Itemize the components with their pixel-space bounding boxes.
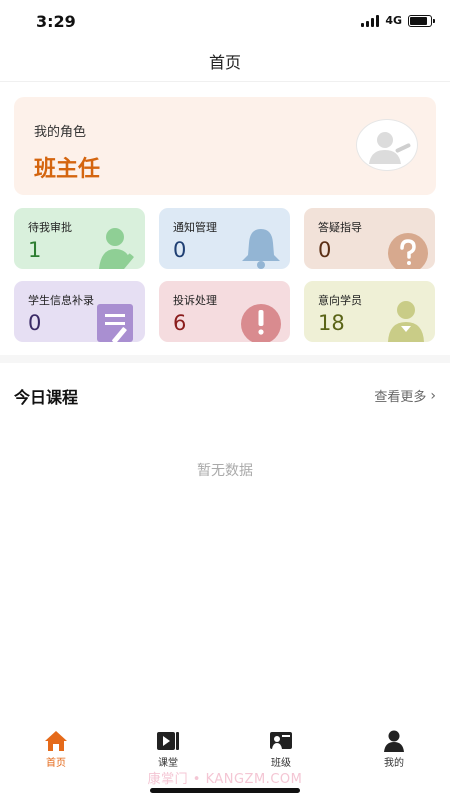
stat-label: 待我审批 <box>28 221 72 234</box>
stat-label: 意向学员 <box>318 294 362 307</box>
status-indicators: 4G <box>361 14 435 27</box>
view-more-label: 查看更多 <box>374 390 427 405</box>
section-divider <box>0 355 450 363</box>
stat-label: 答疑指导 <box>318 221 362 234</box>
stat-value: 1 <box>28 238 42 262</box>
stat-label: 学生信息补录 <box>28 294 94 307</box>
alert-icon <box>241 304 281 342</box>
stat-value: 0 <box>28 311 42 335</box>
battery-icon <box>408 14 435 27</box>
stat-card-prospective-students[interactable]: 意向学员 18 <box>304 281 435 342</box>
nav-bar: 首页 <box>0 44 450 82</box>
tab-home[interactable]: 首页 <box>26 730 86 769</box>
role-card[interactable]: 我的角色 班主任 <box>14 97 436 195</box>
stat-card-student-info-supplement[interactable]: 学生信息补录 0 <box>14 281 145 342</box>
status-time: 3:29 <box>36 12 76 31</box>
role-value: 班主任 <box>34 157 101 182</box>
question-icon <box>388 233 428 269</box>
stat-label: 投诉处理 <box>173 294 217 307</box>
status-bar: 3:29 4G <box>0 0 450 44</box>
watermark: 康掌门 • KANGZM.COM <box>147 772 303 787</box>
stat-value: 18 <box>318 311 345 335</box>
battery-level <box>410 16 427 25</box>
today-course-title: 今日课程 <box>14 388 79 407</box>
stat-card-qa-guidance[interactable]: 答疑指导 0 <box>304 208 435 269</box>
tab-label: 我的 <box>384 758 404 769</box>
stat-value: 0 <box>318 238 332 262</box>
tab-label: 班级 <box>271 758 291 769</box>
chevron-right-icon: › <box>430 387 436 404</box>
empty-state-text: 暂无数据 <box>197 463 253 479</box>
user-edit-icon <box>99 228 134 269</box>
tab-label: 首页 <box>46 758 66 769</box>
stat-card-complaint-handling[interactable]: 投诉处理 6 <box>159 281 290 342</box>
network-type: 4G <box>385 14 402 27</box>
stat-value: 0 <box>173 238 187 262</box>
bell-icon <box>242 229 280 269</box>
tab-mine[interactable]: 我的 <box>364 730 424 769</box>
video-play-icon <box>157 732 179 750</box>
tab-classroom[interactable]: 课堂 <box>138 730 198 769</box>
student-icon <box>388 301 424 342</box>
home-indicator <box>150 788 300 793</box>
page-title: 首页 <box>208 53 241 72</box>
role-label: 我的角色 <box>34 125 87 140</box>
stat-value: 6 <box>173 311 187 335</box>
signal-icon <box>361 14 380 27</box>
person-icon <box>384 730 404 752</box>
stat-card-pending-approval[interactable]: 待我审批 1 <box>14 208 145 269</box>
tab-label: 课堂 <box>158 758 178 769</box>
stat-card-notice-management[interactable]: 通知管理 0 <box>159 208 290 269</box>
user-avatar-icon <box>356 119 418 171</box>
tab-class[interactable]: 班级 <box>251 730 311 769</box>
home-icon <box>45 731 67 751</box>
class-board-icon <box>270 732 292 749</box>
stat-label: 通知管理 <box>173 221 217 234</box>
form-edit-icon <box>97 304 133 342</box>
view-more-link[interactable]: 查看更多 › <box>374 386 436 406</box>
